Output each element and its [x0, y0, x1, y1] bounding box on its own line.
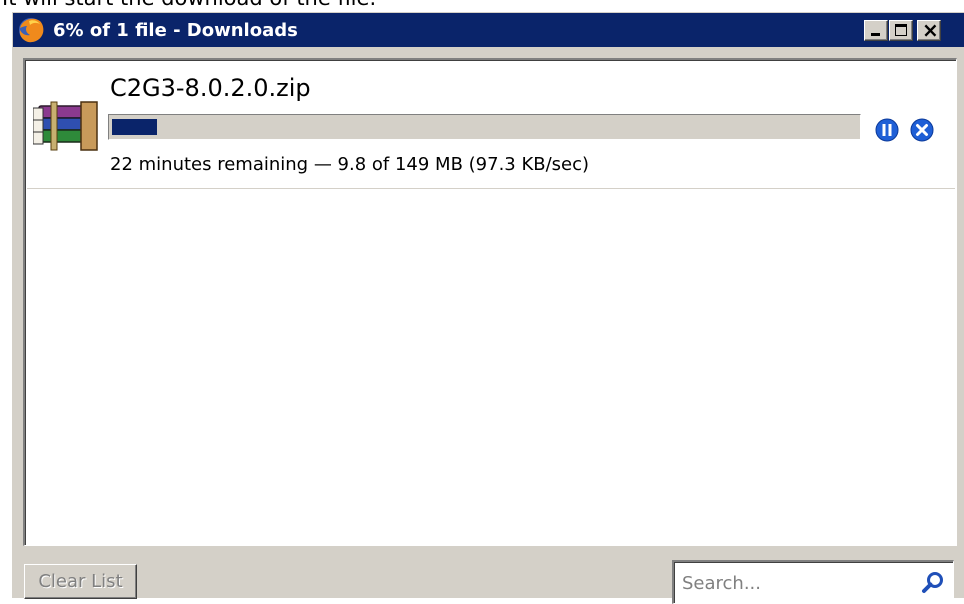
- progress-fill: [112, 119, 158, 135]
- maximize-button[interactable]: [889, 20, 913, 41]
- close-icon: ×: [922, 18, 939, 42]
- download-item[interactable]: C2G3-8.0.2.0.zip 22 minutes remaining — …: [27, 62, 955, 189]
- downloads-window: 6% of 1 file - Downloads × C2G3-8.0.2.0.…: [12, 12, 964, 604]
- magnifier-icon[interactable]: [920, 570, 946, 596]
- search-box[interactable]: [672, 560, 954, 604]
- pause-icon[interactable]: [875, 118, 899, 142]
- close-button[interactable]: ×: [917, 20, 941, 41]
- firefox-icon: [19, 18, 44, 43]
- maximize-icon: [895, 24, 907, 36]
- minimize-button[interactable]: [864, 20, 888, 41]
- search-input[interactable]: [682, 570, 912, 596]
- downloads-list[interactable]: C2G3-8.0.2.0.zip 22 minutes remaining — …: [23, 58, 957, 546]
- minimize-icon: [871, 33, 880, 36]
- cancel-icon[interactable]: [910, 118, 934, 142]
- download-progress-bar: [108, 114, 861, 140]
- page-caption-fragment: It will start the download of the file.: [0, 0, 964, 12]
- winrar-archive-icon: [33, 101, 98, 151]
- title-bar[interactable]: 6% of 1 file - Downloads ×: [13, 13, 964, 47]
- download-file-name: C2G3-8.0.2.0.zip: [110, 74, 311, 102]
- clear-list-button[interactable]: Clear List: [24, 564, 137, 599]
- caption-text: It will start the download of the file.: [2, 0, 376, 10]
- window-title: 6% of 1 file - Downloads: [53, 20, 298, 41]
- download-status: 22 minutes remaining — 9.8 of 149 MB (97…: [110, 154, 590, 175]
